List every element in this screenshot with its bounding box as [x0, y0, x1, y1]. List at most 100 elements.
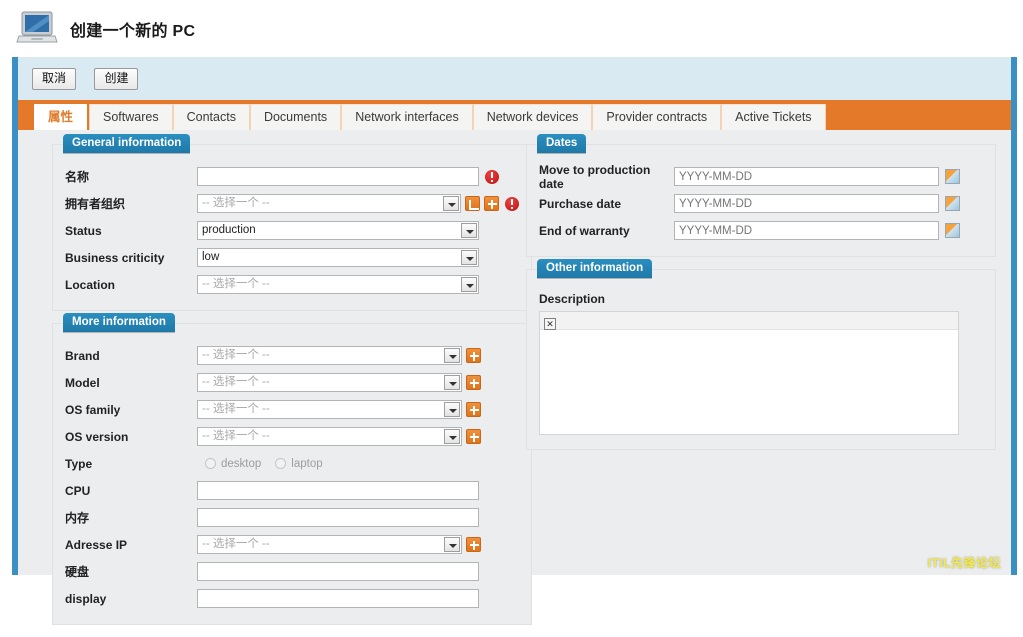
owner-organization-label: 拥有者组织 — [65, 197, 126, 211]
chevron-down-icon[interactable] — [443, 196, 459, 211]
chevron-down-icon[interactable] — [444, 402, 460, 417]
description-editor[interactable]: ✕ — [539, 311, 959, 435]
left-column: General information 名称 拥有者组织 -- 选择一个 -- — [52, 134, 532, 637]
name-input[interactable] — [197, 167, 479, 186]
add-os-version-button[interactable] — [466, 429, 481, 444]
cpu-input[interactable] — [197, 481, 479, 500]
field-row-end-of-warranty: End of warranty — [539, 219, 983, 242]
type-radio-group: desktop laptop — [205, 458, 337, 470]
ip-address-value: -- 选择一个 -- — [202, 538, 270, 550]
field-row-memory: 内存 — [65, 506, 519, 529]
description-editor-toolbar: ✕ — [540, 312, 958, 330]
page-header: 创建一个新的 PC — [0, 0, 1023, 57]
brand-label: Brand — [65, 348, 100, 363]
create-button[interactable]: 创建 — [94, 68, 139, 90]
radio-desktop[interactable] — [205, 458, 216, 469]
ip-address-label: Adresse IP — [65, 537, 128, 552]
end-of-warranty-label: End of warranty — [539, 223, 630, 238]
move-to-production-date-input[interactable] — [674, 167, 939, 186]
add-organization-button[interactable] — [484, 196, 499, 211]
form-toolbar: 取消 创建 — [18, 57, 1011, 100]
panel-more-legend: More information — [63, 313, 175, 332]
panel-more-information: More information Brand -- 选择一个 -- Model … — [52, 313, 532, 625]
chevron-down-icon[interactable] — [461, 277, 477, 292]
owner-organization-value: -- 选择一个 -- — [202, 197, 270, 209]
add-ip-address-button[interactable] — [466, 537, 481, 552]
brand-value: -- 选择一个 -- — [202, 349, 270, 361]
calendar-icon[interactable] — [945, 169, 960, 184]
add-model-button[interactable] — [466, 375, 481, 390]
hierarchy-picker-button[interactable] — [465, 196, 480, 211]
form-content: General information 名称 拥有者组织 -- 选择一个 -- — [18, 130, 1011, 625]
tab-provider-contracts[interactable]: Provider contracts — [592, 104, 722, 130]
disk-input[interactable] — [197, 562, 479, 581]
location-select[interactable]: -- 选择一个 -- — [197, 275, 479, 294]
os-version-select[interactable]: -- 选择一个 -- — [197, 427, 462, 446]
panel-dates: Dates Move to production date Purchase d… — [526, 134, 996, 257]
error-icon — [485, 169, 499, 184]
field-row-disk: 硬盘 — [65, 560, 519, 583]
display-input[interactable] — [197, 589, 479, 608]
radio-laptop[interactable] — [275, 458, 287, 469]
field-row-brand: Brand -- 选择一个 -- — [65, 344, 519, 367]
location-label: Location — [65, 277, 115, 292]
field-row-os-version: OS version -- 选择一个 -- — [65, 425, 519, 448]
broken-image-icon: ✕ — [544, 318, 556, 330]
tab-contacts[interactable]: Contacts — [172, 104, 250, 130]
chevron-down-icon[interactable] — [444, 348, 460, 363]
field-row-business-criticity: Business criticity low — [65, 246, 519, 269]
panel-dates-legend: Dates — [537, 134, 587, 153]
os-family-value: -- 选择一个 -- — [202, 403, 270, 415]
chevron-down-icon[interactable] — [444, 429, 460, 444]
business-criticity-label: Business criticity — [65, 250, 165, 265]
calendar-icon[interactable] — [945, 196, 960, 211]
brand-select[interactable]: -- 选择一个 -- — [197, 346, 462, 365]
purchase-date-input[interactable] — [674, 194, 939, 213]
chevron-down-icon[interactable] — [444, 537, 460, 552]
tab-active-tickets[interactable]: Active Tickets — [721, 104, 826, 130]
memory-input[interactable] — [197, 508, 479, 527]
status-select[interactable]: production — [197, 221, 479, 240]
field-row-purchase-date: Purchase date — [539, 192, 983, 215]
tab-network-devices[interactable]: Network devices — [472, 104, 593, 130]
tab-documents[interactable]: Documents — [249, 104, 342, 130]
model-select[interactable]: -- 选择一个 -- — [197, 373, 462, 392]
type-label: Type — [65, 456, 93, 471]
os-family-select[interactable]: -- 选择一个 -- — [197, 400, 462, 419]
chevron-down-icon[interactable] — [461, 250, 477, 265]
tab-softwares[interactable]: Softwares — [89, 104, 173, 130]
business-criticity-select[interactable]: low — [197, 248, 479, 267]
description-textarea[interactable] — [540, 330, 958, 434]
owner-organization-select[interactable]: -- 选择一个 -- — [197, 194, 461, 213]
status-label: Status — [65, 223, 102, 238]
field-row-os-family: OS family -- 选择一个 -- — [65, 398, 519, 421]
end-of-warranty-input[interactable] — [674, 221, 939, 240]
purchase-date-label: Purchase date — [539, 196, 622, 211]
disk-label: 硬盘 — [65, 565, 90, 579]
radio-laptop-label: laptop — [291, 457, 323, 470]
field-row-location: Location -- 选择一个 -- — [65, 273, 519, 296]
description-label: Description — [539, 292, 606, 306]
os-family-label: OS family — [65, 402, 121, 417]
calendar-icon[interactable] — [945, 223, 960, 238]
cancel-button[interactable]: 取消 — [32, 68, 77, 90]
field-row-owner-organization: 拥有者组织 -- 选择一个 -- — [65, 192, 519, 215]
memory-label: 内存 — [65, 511, 90, 525]
ip-address-select[interactable]: -- 选择一个 -- — [197, 535, 462, 554]
field-row-display: display — [65, 587, 519, 610]
pc-laptop-icon — [16, 9, 58, 49]
field-row-move-to-production-date: Move to production date — [539, 163, 983, 191]
add-os-family-button[interactable] — [466, 402, 481, 417]
panel-other-information: Other information Description ✕ — [526, 259, 996, 450]
field-row-name: 名称 — [65, 165, 519, 188]
tab-properties[interactable]: 属性 — [32, 102, 90, 130]
chevron-down-icon[interactable] — [444, 375, 460, 390]
os-version-label: OS version — [65, 429, 129, 444]
right-column: Dates Move to production date Purchase d… — [526, 134, 996, 462]
chevron-down-icon[interactable] — [461, 223, 477, 238]
business-criticity-value: low — [202, 251, 220, 263]
add-brand-button[interactable] — [466, 348, 481, 363]
app-frame: 取消 创建 属性 Softwares Contacts Documents Ne… — [12, 57, 1017, 625]
cpu-label: CPU — [65, 483, 91, 498]
tab-network-interfaces[interactable]: Network interfaces — [341, 104, 473, 130]
